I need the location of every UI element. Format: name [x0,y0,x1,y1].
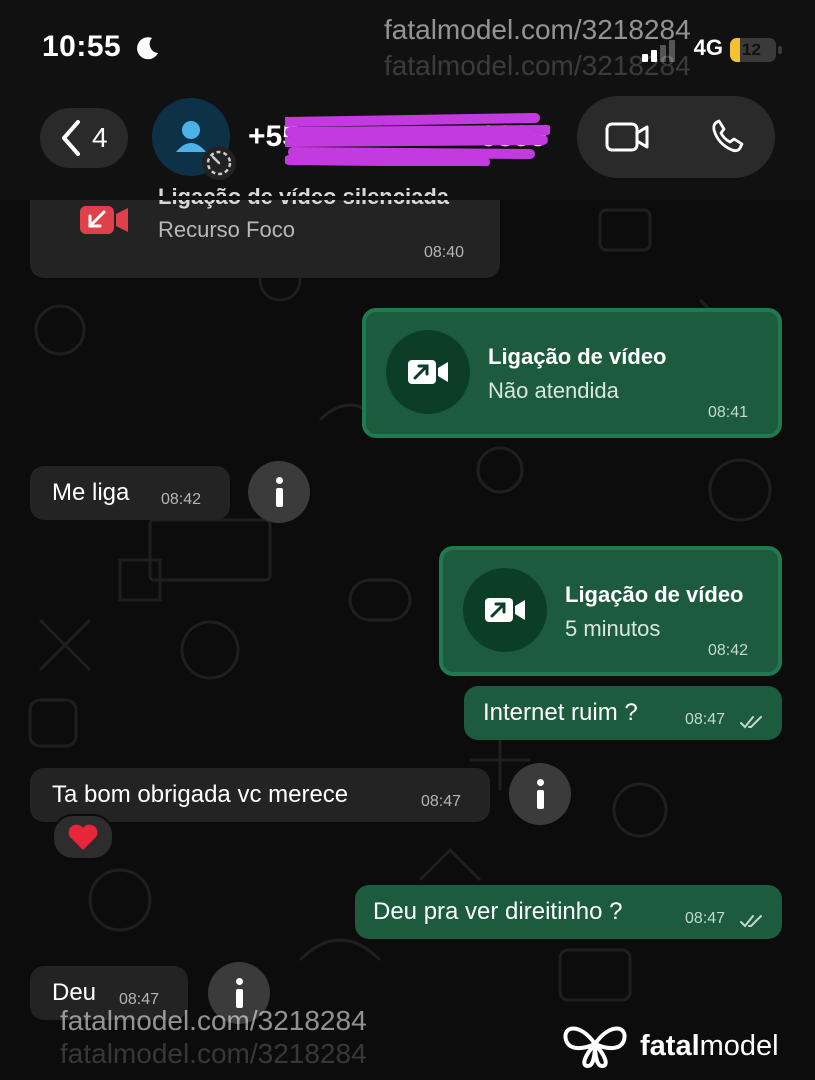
watermark-bottom: fatalmodel.com/3218284 [60,1005,367,1036]
call-icon-circle [386,330,470,414]
status-time: 10:55 [42,30,122,63]
watermark-top-shadow: fatalmodel.com/3218284 [384,50,691,81]
message-reaction[interactable] [52,814,114,860]
message-time: 08:47 [685,910,726,927]
fatalmodel-logo-text: fatalmodel [640,1030,779,1063]
call-title: Ligação de vídeo [488,344,667,369]
message-call-unanswered[interactable]: Ligação de vídeo Não atendida 08:41 [362,308,782,438]
outgoing-video-call-icon [408,360,448,384]
info-icon [276,477,283,484]
info-icon-bar [276,488,283,507]
call-icon-circle [463,568,547,652]
double-check-icon [740,716,762,729]
watermark-top: fatalmodel.com/3218284 [384,14,691,45]
phone-icon [712,119,744,153]
message-time: 08:47 [421,793,462,810]
message-outgoing[interactable]: Internet ruim ? 08:47 [464,686,782,740]
video-call-button[interactable] [597,112,657,162]
message-time: 08:42 [161,491,202,508]
logo-regular-part: model [699,1030,779,1062]
info-button[interactable] [509,763,571,825]
info-button[interactable] [248,461,310,523]
message-text: Deu pra ver direitinho ? [373,898,623,925]
focus-moon-icon [137,37,158,60]
message-incoming[interactable]: Me liga 08:42 [30,466,230,520]
timer-icon [206,150,232,176]
logo-bold-part: fatal [640,1030,700,1062]
call-subtitle: 5 minutos [565,616,661,641]
battery-level: 12 [742,40,761,59]
watermark-bottom-shadow: fatalmodel.com/3218284 [60,1038,367,1069]
message-time: 08:42 [708,642,749,659]
battery-icon: 12 [730,38,776,62]
header-divider [0,196,815,200]
info-icon [537,779,544,786]
redaction-scribble [285,113,550,166]
video-camera-icon [605,122,649,152]
message-call-completed[interactable]: Ligação de vídeo 5 minutos 08:42 [439,546,782,676]
message-text: Me liga [52,479,130,506]
disappearing-timer-badge [202,146,236,180]
outgoing-video-call-icon [485,598,525,622]
unread-count: 4 [92,122,108,153]
battery-tip [778,46,782,54]
network-type: 4G [693,35,723,60]
info-icon-bar [537,790,544,809]
double-check-icon [740,915,762,928]
call-title: Ligação de vídeo [565,582,744,607]
heart-reaction-icon [68,824,98,850]
fatalmodel-logo-icon [563,1026,627,1068]
back-button[interactable]: 4 [40,108,128,168]
info-icon [236,978,243,985]
message-text: Deu [52,979,97,1006]
message-text: Internet ruim ? [483,699,638,726]
message-time: 08:47 [685,711,726,728]
message-time: 08:41 [708,404,749,421]
call-subtitle: Não atendida [488,378,619,403]
call-subtitle: Recurso Foco [158,217,295,242]
chevron-left-icon [62,120,80,156]
missed-video-call-icon [80,206,128,234]
call-actions [577,96,775,178]
message-call-silenced[interactable]: Ligação de vídeo silenciada Recurso Foco… [30,184,500,278]
message-time: 08:40 [424,244,465,261]
message-outgoing[interactable]: Deu pra ver direitinho ? 08:47 [355,885,782,939]
voice-call-button[interactable] [699,112,759,162]
message-text: Ta bom obrigada vc merece [52,781,349,808]
